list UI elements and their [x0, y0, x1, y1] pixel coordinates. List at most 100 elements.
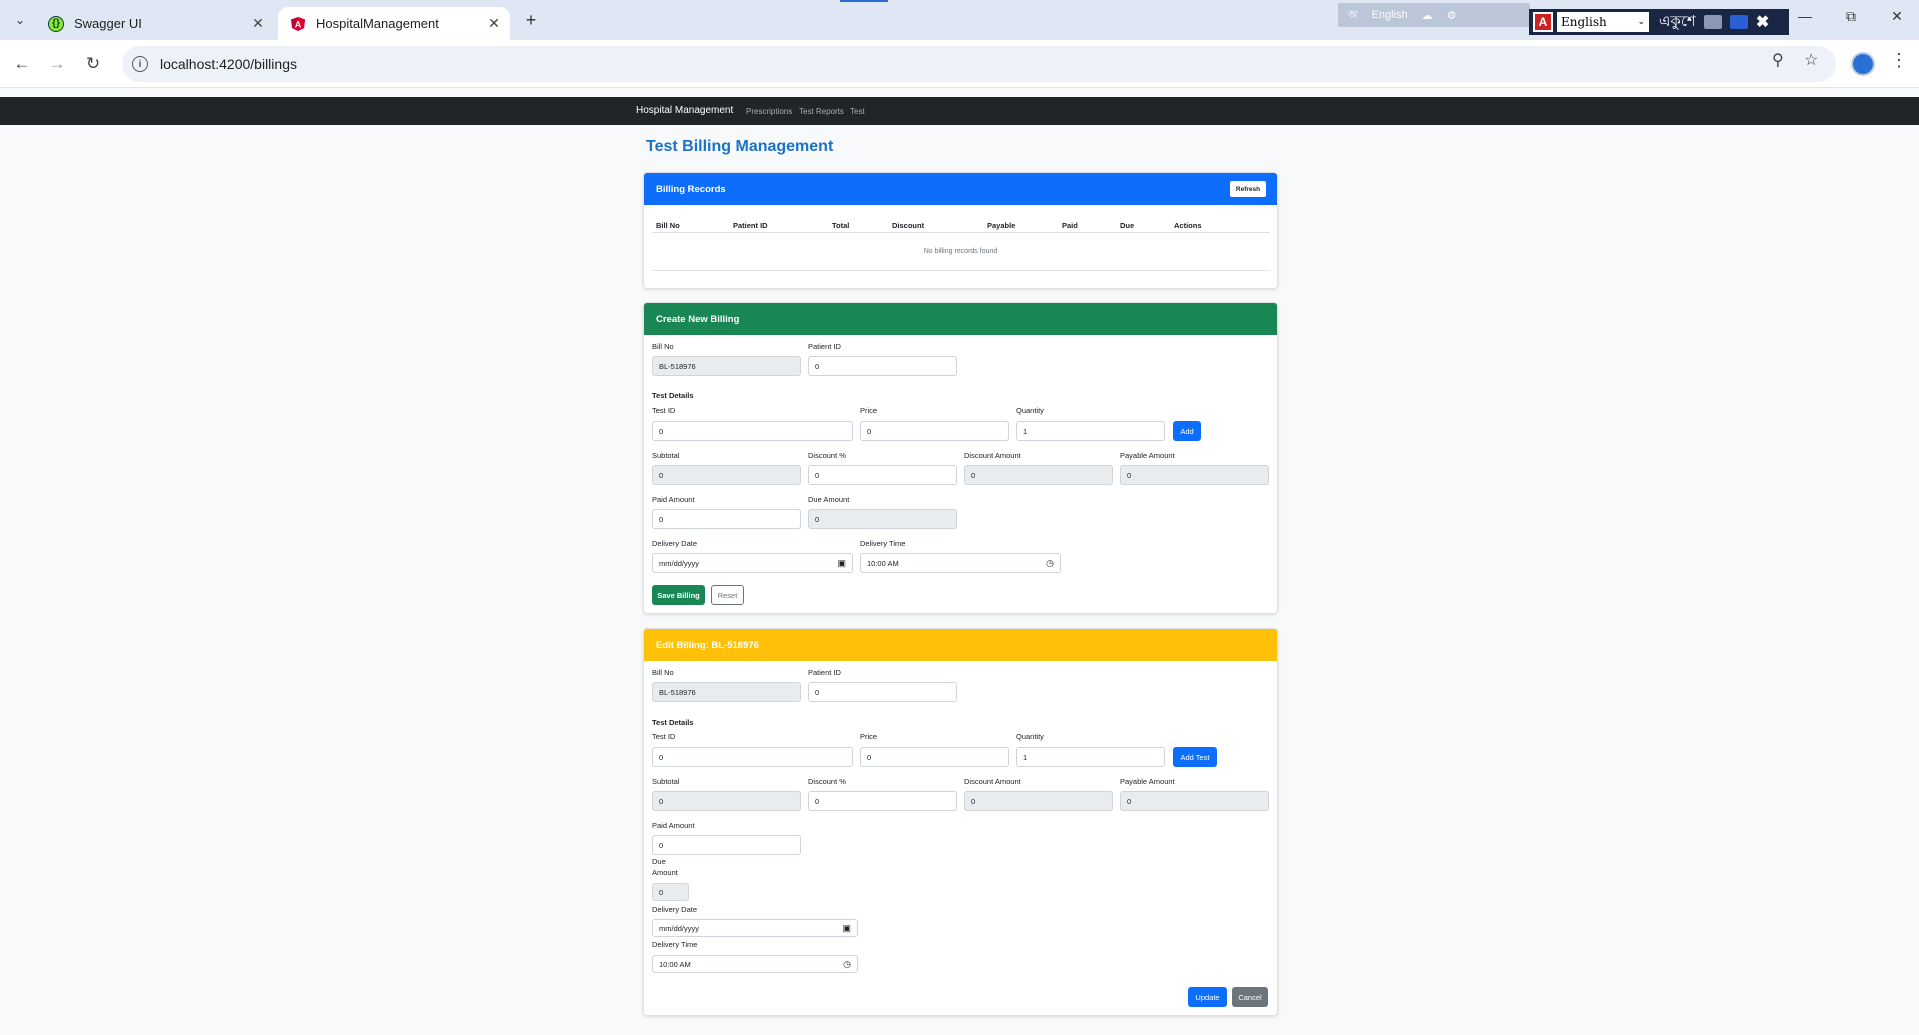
edit-billing-header: Edit Billing: BL-518976 [644, 629, 1277, 661]
page-title: Test Billing Management [646, 138, 834, 155]
test-id-label: Test ID [652, 406, 676, 415]
ime-toolbar: অ English ☁ ⚙ [1338, 3, 1530, 27]
add-test-button[interactable]: Add [1173, 421, 1201, 441]
due-amount-label-line2: Amount [652, 868, 678, 877]
discount-amount-field[interactable]: 0 [964, 791, 1113, 811]
ime-language-label[interactable]: English [1372, 9, 1408, 21]
due-amount-field[interactable]: 0 [808, 509, 957, 529]
menu-kebab-icon[interactable]: ⋮ [1890, 50, 1908, 71]
test-id-field[interactable]: 0 [652, 421, 853, 441]
close-icon[interactable]: ✕ [248, 15, 268, 32]
nav-link-test-reports[interactable]: Test Reports [799, 107, 844, 116]
new-tab-plus-icon[interactable]: + [520, 9, 542, 31]
ime-language-select[interactable]: English ⌄ [1557, 12, 1649, 32]
back-arrow-icon[interactable]: ← [10, 52, 34, 76]
edit-billing-card: Edit Billing: BL-518976 Bill No BL-51897… [643, 628, 1278, 1016]
save-billing-button[interactable]: Save Billing [652, 585, 705, 605]
reset-button[interactable]: Reset [711, 585, 744, 605]
tab-title: Swagger UI [74, 16, 142, 31]
subtotal-label: Subtotal [652, 777, 680, 786]
restore-icon[interactable]: ⧉ [1836, 8, 1866, 25]
ime-mode-icon[interactable]: অ [1348, 6, 1358, 25]
subtotal-field[interactable]: 0 [652, 465, 801, 485]
discount-amount-field[interactable]: 0 [964, 465, 1113, 485]
navbar-brand[interactable]: Hospital Management [636, 105, 733, 116]
delivery-time-label: Delivery Time [652, 940, 698, 949]
paid-amount-field[interactable]: 0 [652, 835, 801, 855]
ime-logo-icon: A [1533, 12, 1553, 32]
profile-avatar[interactable] [1851, 52, 1875, 76]
date-placeholder: mm/dd/yyyy [659, 558, 700, 568]
cloud-icon[interactable]: ☁ [1422, 9, 1433, 22]
delivery-time-field[interactable]: 10:00 AM ◷ [860, 553, 1061, 573]
cancel-button[interactable]: Cancel [1232, 987, 1268, 1007]
window-close-icon[interactable]: ✕ [1882, 8, 1912, 25]
test-id-field[interactable]: 0 [652, 747, 853, 767]
bill-no-label: Bill No [652, 342, 674, 351]
tab-search-button[interactable]: ⌄ [8, 8, 32, 32]
add-test-button[interactable]: Add Test [1173, 747, 1217, 767]
price-label: Price [860, 406, 878, 415]
ime-bengali-label[interactable]: একুশে [1659, 10, 1696, 35]
patient-id-label: Patient ID [808, 342, 841, 351]
price-field[interactable]: 0 [860, 747, 1009, 767]
calendar-icon[interactable]: ▣ [842, 923, 851, 934]
minimize-icon[interactable]: — [1790, 8, 1820, 24]
patient-id-field[interactable]: 0 [808, 682, 957, 702]
paid-amount-field[interactable]: 0 [652, 509, 801, 529]
delivery-date-label: Delivery Date [652, 539, 698, 548]
price-field[interactable]: 0 [860, 421, 1009, 441]
payable-amount-field[interactable]: 0 [1120, 465, 1269, 485]
bill-no-field[interactable]: BL-518976 [652, 682, 801, 702]
clock-icon[interactable]: ◷ [843, 959, 851, 970]
site-info-icon[interactable]: i [132, 56, 148, 72]
delivery-time-label: Delivery Time [860, 539, 906, 548]
tab-hospital-management[interactable]: A HospitalManagement ✕ [278, 7, 510, 40]
discount-percent-field[interactable]: 0 [808, 465, 957, 485]
due-amount-field[interactable]: 0 [652, 883, 689, 901]
forward-arrow-icon[interactable]: → [45, 52, 69, 76]
column-header-discount: Discount [892, 221, 925, 230]
discount-percent-field[interactable]: 0 [808, 791, 957, 811]
nav-link-prescriptions[interactable]: Prescriptions [746, 107, 792, 116]
bookmark-star-icon[interactable]: ☆ [1804, 50, 1818, 70]
subtotal-label: Subtotal [652, 451, 680, 460]
keyboard-icon[interactable] [1703, 15, 1722, 29]
date-placeholder: mm/dd/yyyy [659, 923, 700, 933]
clock-icon[interactable]: ◷ [1046, 558, 1054, 569]
delivery-date-field[interactable]: mm/dd/yyyy ▣ [652, 553, 853, 573]
payable-amount-field[interactable]: 0 [1120, 791, 1269, 811]
quantity-field[interactable]: 1 [1016, 747, 1165, 767]
tool-icon[interactable]: ⚙ [1447, 9, 1457, 22]
column-header-bill-no: Bill No [656, 221, 680, 230]
update-button[interactable]: Update [1188, 987, 1227, 1007]
refresh-button[interactable]: Refresh [1230, 181, 1266, 197]
delivery-date-field[interactable]: mm/dd/yyyy ▣ [652, 919, 858, 937]
close-icon[interactable]: ✕ [484, 15, 504, 32]
nav-link-test[interactable]: Test [850, 107, 865, 116]
bill-no-label: Bill No [652, 668, 674, 677]
angular-favicon-icon: A [290, 16, 306, 32]
discount-amount-label: Discount Amount [964, 777, 1021, 786]
bill-no-field[interactable]: BL-518976 [652, 356, 801, 376]
subtotal-field[interactable]: 0 [652, 791, 801, 811]
test-details-heading: Test Details [652, 391, 694, 400]
column-header-actions: Actions [1174, 221, 1202, 230]
app-navbar: Hospital Management Prescriptions Test R… [0, 97, 1919, 125]
billing-records-card: Billing Records Refresh Bill No Patient … [643, 172, 1278, 289]
quantity-field[interactable]: 1 [1016, 421, 1165, 441]
column-header-due: Due [1120, 221, 1135, 230]
tab-strip-indicator [840, 0, 888, 2]
zoom-icon[interactable]: ⚲ [1772, 50, 1784, 70]
patient-id-field[interactable]: 0 [808, 356, 957, 376]
column-header-payable: Payable [987, 221, 1016, 230]
address-bar[interactable]: i localhost:4200/billings [122, 46, 1836, 82]
calendar-icon[interactable]: ▣ [837, 558, 846, 569]
reload-icon[interactable]: ↻ [81, 52, 105, 76]
card-title: Edit Billing: BL-518976 [656, 639, 759, 651]
time-value: 10:00 AM [659, 959, 691, 969]
delivery-time-field[interactable]: 10:00 AM ◷ [652, 955, 858, 973]
ime-close-icon[interactable]: ✖ [1756, 12, 1769, 32]
tab-swagger[interactable]: {} Swagger UI ✕ [36, 7, 274, 40]
window-icon[interactable] [1729, 15, 1748, 29]
